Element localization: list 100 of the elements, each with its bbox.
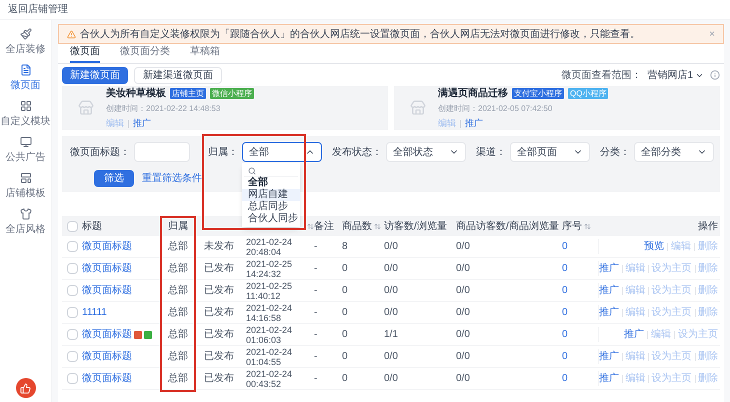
table-cell-text: 0 (342, 350, 348, 364)
checkbox[interactable] (66, 373, 78, 384)
sidebar-item[interactable]: 公共广告 (6, 136, 46, 165)
checkbox[interactable] (66, 241, 78, 252)
reset-link[interactable]: 重置筛选条件 (142, 171, 202, 186)
sort-icon[interactable] (307, 222, 314, 230)
brush-icon (20, 28, 32, 40)
scope-dropdown[interactable]: 营销网店1 (647, 68, 704, 82)
card-link[interactable]: 推广 (465, 116, 483, 130)
column-header: 归属 (167, 220, 188, 234)
dropdown-option[interactable]: 网店自建 (242, 189, 300, 201)
page-title-link[interactable]: 微页面标题 (82, 261, 132, 276)
action-link[interactable]: 推广 (599, 371, 620, 386)
table-cell-text: 总部 (168, 328, 188, 342)
card-link[interactable]: 推广 (133, 116, 151, 130)
page-title-link[interactable]: 微页面标题 (82, 349, 132, 364)
checkbox[interactable] (66, 220, 78, 232)
filter-label: 渠道： (476, 146, 506, 160)
action-link[interactable]: 推广 (599, 261, 620, 276)
table-cell-text: 已发布 (204, 372, 234, 386)
select-field[interactable]: 全部页面 (510, 142, 590, 162)
shirt-icon (20, 208, 32, 220)
action-link[interactable]: 推广 (599, 283, 620, 298)
column-header: 序号 (562, 220, 582, 234)
dropdown-option[interactable]: 全部 (242, 177, 300, 189)
order-link[interactable]: 0 (562, 349, 568, 364)
thumbs-up-icon[interactable] (16, 378, 36, 398)
page-title-link[interactable]: 微页面标题 (82, 283, 132, 298)
table-cell: 2021-02-24 01:04:55 (246, 346, 292, 366)
checkbox[interactable] (66, 329, 78, 340)
checkbox[interactable] (66, 351, 78, 362)
table-cell-text: 已发布 (204, 328, 234, 342)
new-page-button[interactable]: 新建渠道微页面 (134, 66, 222, 84)
action-link[interactable]: 推广 (599, 305, 620, 320)
order-link[interactable]: 0 (562, 283, 568, 298)
filter-label: 分类： (600, 146, 630, 160)
sort-icon[interactable] (584, 222, 591, 230)
checkbox[interactable] (66, 307, 78, 318)
filter-button[interactable]: 筛选 (94, 170, 134, 187)
close-button[interactable]: × (709, 26, 715, 42)
select-field[interactable]: 全部状态 (386, 142, 466, 162)
table-cell-text: 总部 (168, 306, 188, 320)
tab[interactable]: 微页面 (70, 44, 100, 63)
checkbox[interactable] (66, 285, 78, 296)
select-field[interactable]: 全部分类 (634, 142, 714, 162)
dropdown-option[interactable]: 总店同步 (242, 201, 300, 213)
tag: 支付宝小程序 (512, 88, 564, 99)
scope-label: 微页面查看范围： (561, 68, 642, 82)
page-title-link[interactable]: 微页面标题 (82, 371, 132, 386)
order-link[interactable]: 0 (562, 239, 568, 254)
action-link[interactable]: 推广 (624, 327, 644, 342)
sidebar-item[interactable]: 店铺模板 (6, 172, 46, 201)
table-cell-text: 0/0 (456, 262, 470, 276)
table-cell: 2021-02-25 14:24:32 (246, 258, 292, 278)
table-cell-text: - (314, 262, 318, 276)
tag: 店铺主页 (170, 88, 206, 99)
sidebar-item[interactable]: 全店风格 (6, 208, 46, 237)
search-icon (248, 166, 256, 174)
alert-text: 合伙人为所有自定义装修权限为「跟随合伙人」的合伙人网店统一设置微页面，合伙人网店无法对微页面进行修改，只能查看。 (80, 28, 641, 42)
layout-icon (20, 172, 32, 184)
order-link[interactable]: 0 (562, 371, 568, 386)
order-link[interactable]: 0 (562, 305, 568, 320)
table-cell: 2021-02-24 14:16:58 (246, 302, 292, 322)
table-cell-text: 总部 (168, 262, 188, 276)
sidebar-item[interactable]: 全店装修 (6, 28, 46, 57)
table-cell-text: 8 (342, 240, 348, 254)
table-cell-text: 已发布 (204, 306, 234, 320)
table-cell-text: 0 (342, 328, 348, 342)
tag: 微信小程序 (210, 88, 254, 99)
back-link[interactable]: 返回店铺管理 (8, 2, 68, 17)
column-header: 备注 (314, 220, 334, 234)
sidebar-item[interactable]: 微页面 (10, 64, 40, 93)
table-cell-text: 0/0 (384, 306, 398, 320)
checkbox[interactable] (66, 263, 78, 274)
title-input[interactable] (134, 142, 190, 162)
monitor-icon (20, 136, 32, 148)
dropdown-option[interactable]: 合伙人同步 (242, 213, 300, 225)
order-link[interactable]: 0 (562, 327, 568, 342)
page-title-link[interactable]: 11111 (82, 305, 107, 320)
tab[interactable]: 微页面分类 (120, 44, 170, 63)
page-title-link[interactable]: 微页面标题 (82, 327, 132, 342)
created-time: 创建时间：2021-02-22 14:48:53 (106, 102, 222, 115)
table-cell-text: - (314, 328, 318, 342)
order-link[interactable]: 0 (562, 261, 568, 276)
action-link[interactable]: 推广 (599, 349, 620, 364)
table-cell-text: 0/0 (456, 328, 470, 342)
table-cell-text: 总部 (168, 284, 188, 298)
action-link[interactable]: 预览 (644, 239, 664, 254)
tab[interactable]: 草稿箱 (190, 44, 220, 63)
table-cell-text: 0/0 (384, 372, 398, 386)
column-header: 操作 (698, 220, 718, 234)
table-cell-text: 0/0 (384, 262, 398, 276)
sidebar-item[interactable]: 自定义模块 (0, 100, 50, 129)
page-title-link[interactable]: 微页面标题 (82, 239, 132, 254)
new-page-button[interactable]: 新建微页面 (62, 66, 128, 84)
sort-icon[interactable] (374, 222, 381, 230)
info-icon (710, 70, 720, 80)
table-cell-text: 0/0 (384, 350, 398, 364)
card-title: 美妆种草模板 (106, 86, 166, 101)
select-field[interactable]: 全部 (242, 142, 322, 162)
